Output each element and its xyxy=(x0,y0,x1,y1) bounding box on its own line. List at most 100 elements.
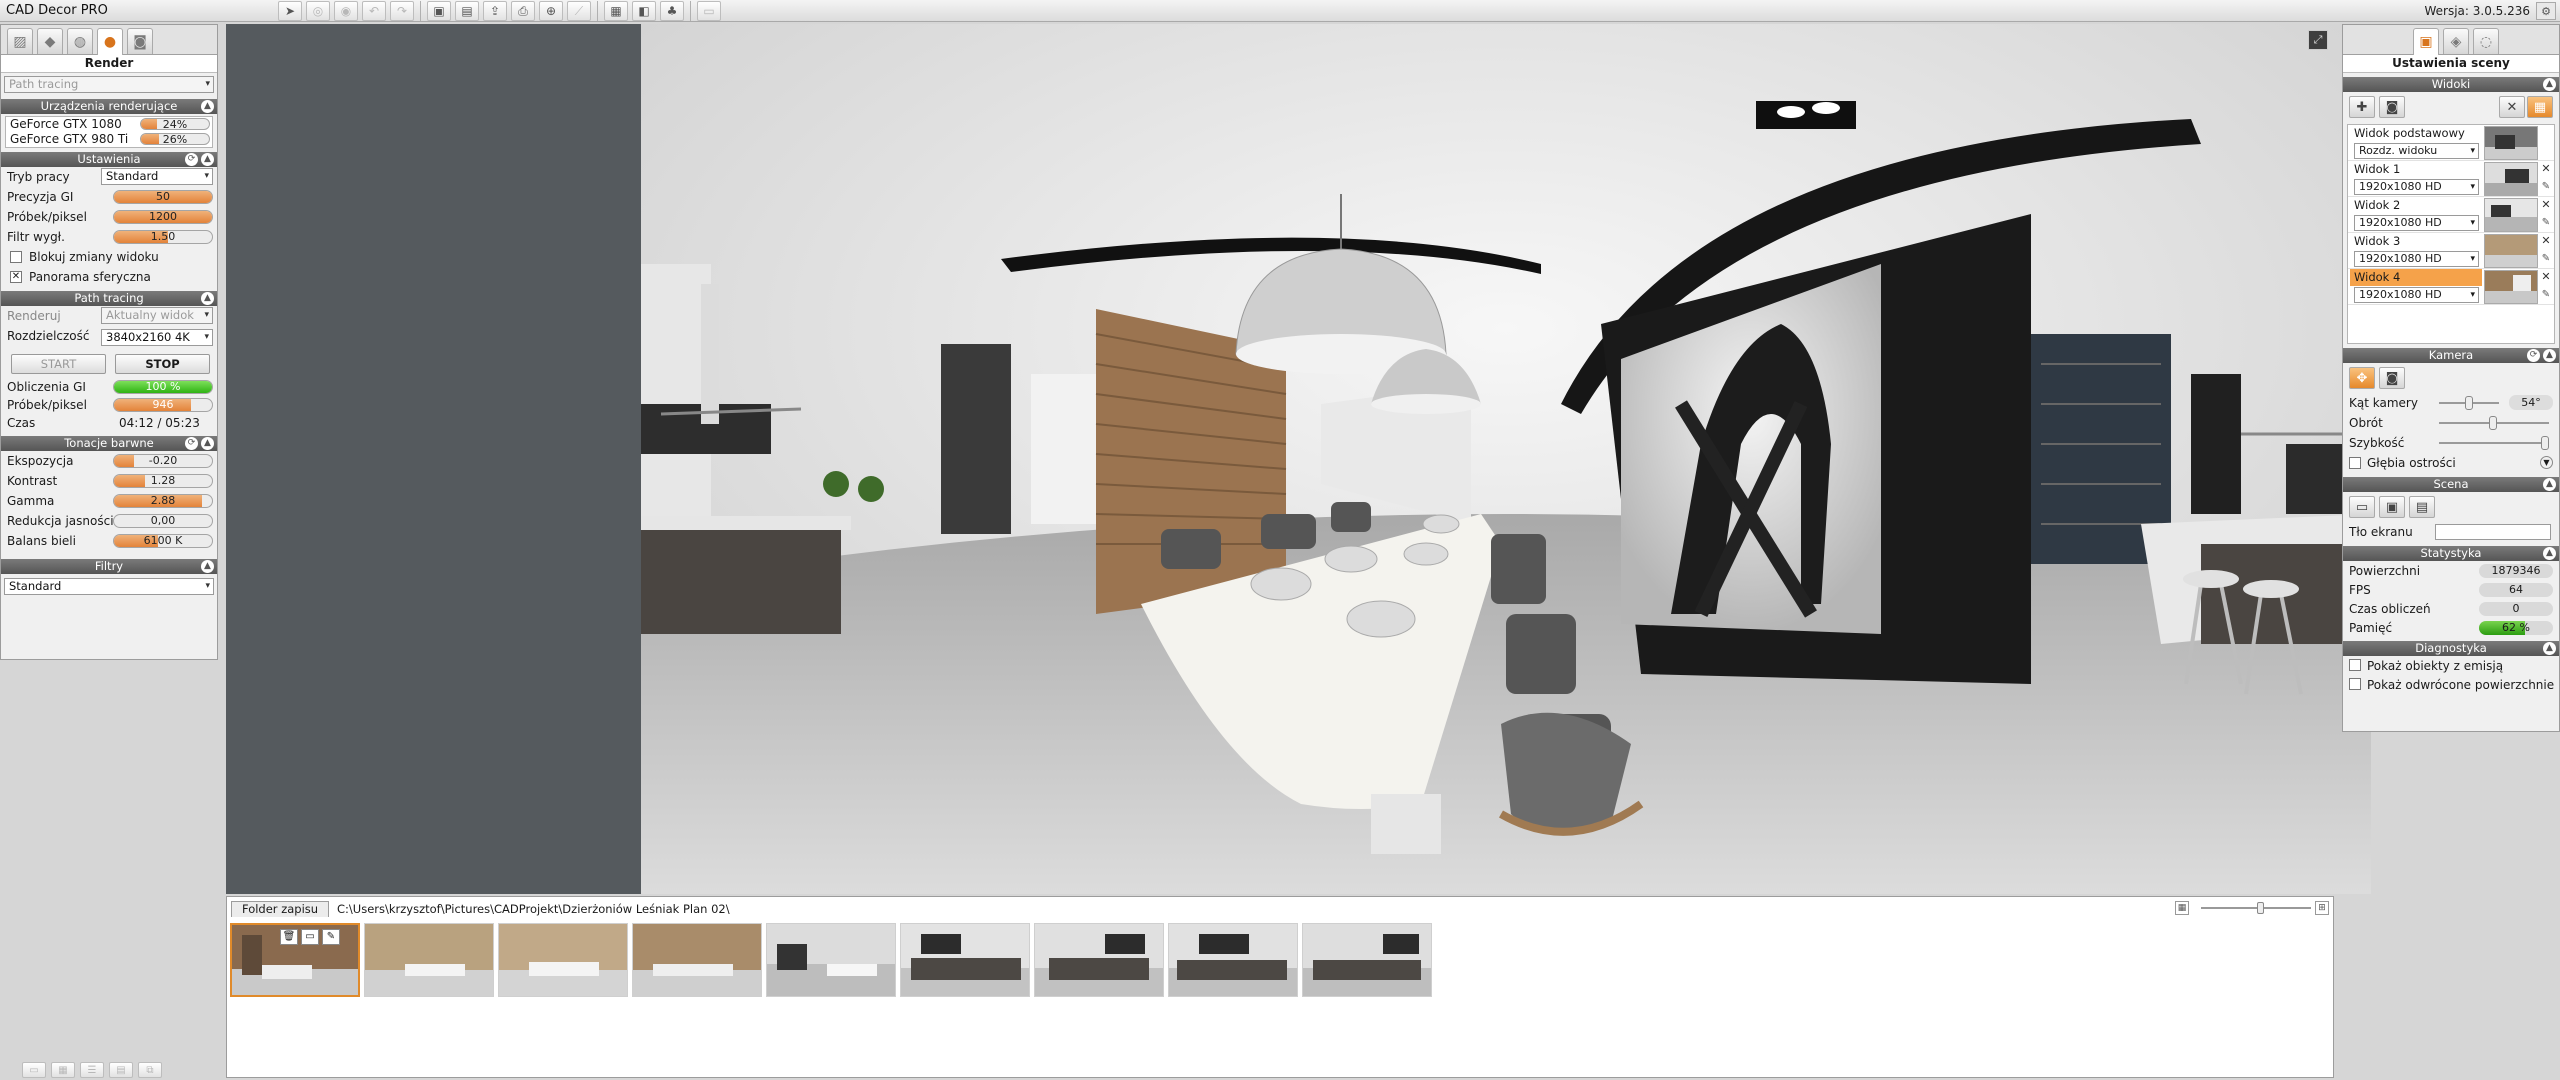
thumbnail[interactable]: 🗑 ▭ ✎ xyxy=(230,923,360,997)
tab-lights-icon[interactable]: ◈ xyxy=(2443,28,2469,54)
furniture-icon[interactable]: ♣ xyxy=(660,1,684,21)
edit-image-icon[interactable]: ✎ xyxy=(322,929,340,945)
grid-views-icon[interactable]: ▦ xyxy=(2527,96,2553,118)
export-icon[interactable]: ⇪ xyxy=(483,1,507,21)
resolution-select[interactable]: 3840x2160 4K ▾ xyxy=(101,329,213,346)
work-mode-select[interactable]: Standard ▾ xyxy=(101,168,213,185)
list-icon[interactable]: ☰ xyxy=(80,1062,104,1078)
grid-view-icon[interactable]: ▦ xyxy=(2175,901,2189,915)
thumbnail[interactable] xyxy=(1034,923,1164,997)
delete-view-icon[interactable]: ✕ xyxy=(2540,235,2552,247)
large-view-icon[interactable]: ⊞ xyxy=(2315,901,2329,915)
exposure-slider[interactable]: -0.20 xyxy=(113,454,213,468)
tab-plan-icon[interactable]: ▨ xyxy=(7,28,33,54)
web-icon[interactable]: ⊕ xyxy=(539,1,563,21)
camera-orbit-icon[interactable]: ◙ xyxy=(2379,367,2405,389)
thumbnail[interactable] xyxy=(900,923,1030,997)
thumbnail[interactable] xyxy=(632,923,762,997)
save-as-icon[interactable]: ▤ xyxy=(455,1,479,21)
view-resolution-select[interactable]: Rozdz. widoku ▾ xyxy=(2354,143,2479,159)
contrast-slider[interactable]: 1.28 xyxy=(113,474,213,488)
show-emissive-checkbox[interactable] xyxy=(2349,659,2361,671)
devices-header[interactable]: Urządzenia renderujące ▲ xyxy=(1,99,217,114)
layout-icon[interactable]: ▦ xyxy=(604,1,628,21)
save-icon[interactable]: ▣ xyxy=(427,1,451,21)
tab-save-folder[interactable]: Folder zapisu xyxy=(231,901,330,917)
gamma-slider[interactable]: 2.88 xyxy=(113,494,213,508)
views-header[interactable]: Widoki ▲ xyxy=(2343,77,2559,92)
thumbnail-size-slider[interactable] xyxy=(2201,902,2311,914)
show-reversed-checkbox[interactable] xyxy=(2349,678,2361,690)
view-resolution-select[interactable]: 1920x1080 HD ▾ xyxy=(2354,251,2479,267)
statistics-header[interactable]: Statystyka ▲ xyxy=(2343,546,2559,561)
render-viewport[interactable]: ⤢ xyxy=(226,24,2371,894)
brightness-reduction-slider[interactable]: 0,00 xyxy=(113,514,213,528)
white-balance-slider[interactable]: 6100 K xyxy=(113,534,213,548)
filter-slider[interactable]: 1.50 xyxy=(113,230,213,244)
thumbnail[interactable] xyxy=(364,923,494,997)
samples-slider[interactable]: 1200 xyxy=(113,210,213,224)
path-tracing-header[interactable]: Path tracing ▲ xyxy=(1,291,217,306)
lock-view-checkbox[interactable] xyxy=(10,251,22,263)
select-pointer-icon[interactable]: ➤ xyxy=(278,1,302,21)
filter-select[interactable]: Standard ▾ xyxy=(4,578,214,595)
view-item[interactable]: Widok 1 1920x1080 HD ▾ ✕ ✎ xyxy=(2348,161,2554,197)
thumbnail[interactable] xyxy=(1168,923,1298,997)
remove-views-icon[interactable]: ✕ xyxy=(2499,96,2525,118)
scene-background-icon[interactable]: ▣ xyxy=(2379,496,2405,518)
folder-icon[interactable]: ▭ xyxy=(22,1062,46,1078)
walls-icon[interactable]: ◧ xyxy=(632,1,656,21)
stop-button[interactable]: STOP xyxy=(115,354,210,374)
open-folder-icon[interactable]: ▭ xyxy=(301,929,319,945)
device-row[interactable]: GeForce GTX 980 Ti 26% xyxy=(6,132,212,147)
edit-view-icon[interactable]: ✎ xyxy=(2540,181,2552,193)
edit-view-icon[interactable]: ✎ xyxy=(2540,289,2552,301)
panorama-checkbox[interactable]: ✕ xyxy=(10,271,22,283)
edit-view-icon[interactable]: ✎ xyxy=(2540,217,2552,229)
camera-speed-slider[interactable] xyxy=(2439,442,2549,444)
delete-view-icon[interactable]: ✕ xyxy=(2540,163,2552,175)
tab-environment-icon[interactable]: ◌ xyxy=(2473,28,2499,54)
scene-film-icon[interactable]: ▤ xyxy=(2409,496,2435,518)
tab-material-icon[interactable]: ◍ xyxy=(67,28,93,54)
render-mode-select[interactable]: Path tracing ▾ xyxy=(4,76,214,93)
scene-option-icon[interactable]: ▭ xyxy=(2349,496,2375,518)
redo-icon[interactable]: ↷ xyxy=(390,1,414,21)
settings-header[interactable]: Ustawienia ⟳ ▲ xyxy=(1,152,217,167)
tones-header[interactable]: Tonacje barwne ⟳ ▲ xyxy=(1,436,217,451)
view-resolution-select[interactable]: 1920x1080 HD ▾ xyxy=(2354,215,2479,231)
render-target-select[interactable]: Aktualny widok ▾ xyxy=(101,307,213,324)
camera-view-icon[interactable]: ◙ xyxy=(2379,96,2405,118)
view-item[interactable]: Widok 3 1920x1080 HD ▾ ✕ ✎ xyxy=(2348,233,2554,269)
edit-view-icon[interactable]: ✎ xyxy=(2540,253,2552,265)
depth-of-field-checkbox[interactable] xyxy=(2349,457,2361,469)
thumbnail[interactable] xyxy=(766,923,896,997)
undo-icon[interactable]: ↶ xyxy=(362,1,386,21)
camera-header[interactable]: Kamera ⟳ ▲ xyxy=(2343,348,2559,363)
measure-icon[interactable]: ⟋ xyxy=(567,1,591,21)
view-resolution-select[interactable]: 1920x1080 HD ▾ xyxy=(2354,179,2479,195)
device-row[interactable]: GeForce GTX 1080 24% xyxy=(6,117,212,132)
copy-icon[interactable]: ⧉ xyxy=(138,1062,162,1078)
orbit-icon[interactable]: ◉ xyxy=(334,1,358,21)
viewport-fullscreen-icon[interactable]: ⤢ xyxy=(2308,30,2328,50)
filters-header[interactable]: Filtry ▲ xyxy=(1,559,217,574)
grid-icon[interactable]: ▦ xyxy=(51,1062,75,1078)
diagnostics-header[interactable]: Diagnostyka ▲ xyxy=(2343,641,2559,656)
print-icon[interactable]: ⎙ xyxy=(511,1,535,21)
camera-move-icon[interactable]: ✥ xyxy=(2349,367,2375,389)
tab-3d-icon[interactable]: ◆ xyxy=(37,28,63,54)
tab-camera-icon[interactable]: ◙ xyxy=(127,28,153,54)
view-resolution-select[interactable]: 1920x1080 HD ▾ xyxy=(2354,287,2479,303)
view-item[interactable]: Widok 2 1920x1080 HD ▾ ✕ ✎ xyxy=(2348,197,2554,233)
tab-render-icon[interactable]: ● xyxy=(97,28,123,55)
background-color-swatch[interactable] xyxy=(2435,524,2551,540)
gi-precision-slider[interactable]: 50 xyxy=(113,190,213,204)
add-view-icon[interactable]: ✚ xyxy=(2349,96,2375,118)
delete-icon[interactable]: 🗑 xyxy=(280,929,298,945)
tab-scene-icon[interactable]: ▣ xyxy=(2413,28,2439,55)
start-button[interactable]: START xyxy=(11,354,106,374)
view-item[interactable]: Widok podstawowy Rozdz. widoku ▾ xyxy=(2348,125,2554,161)
scene-header[interactable]: Scena ▲ xyxy=(2343,477,2559,492)
thumbnail[interactable] xyxy=(498,923,628,997)
